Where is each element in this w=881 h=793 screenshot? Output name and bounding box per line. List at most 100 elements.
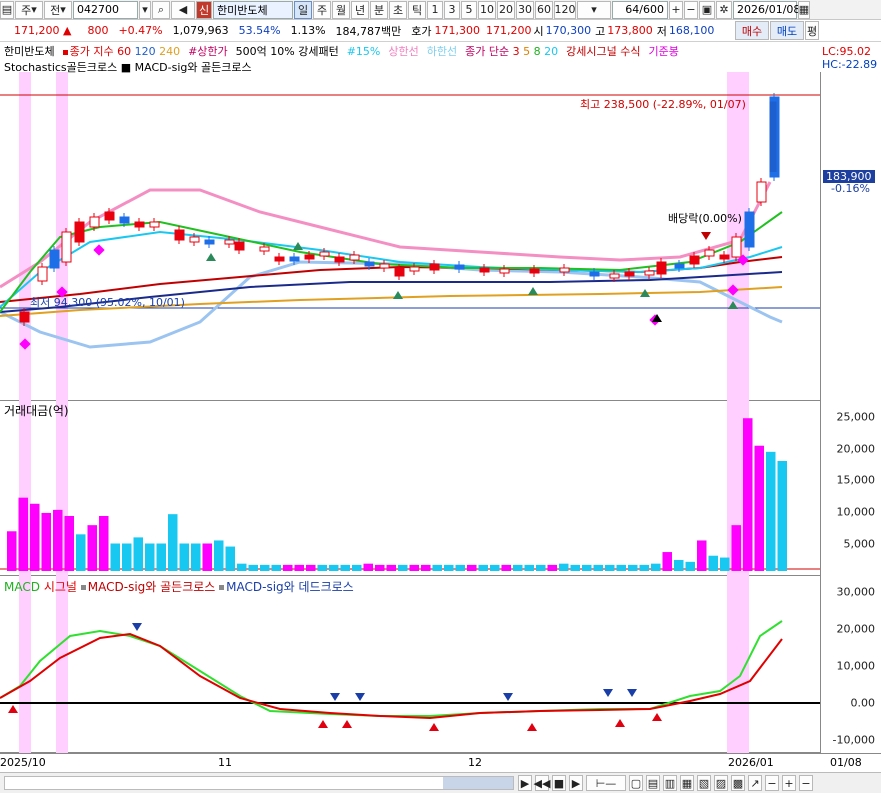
period-week[interactable]: 주 [313,0,331,19]
plus-icon[interactable]: + [782,775,796,791]
legend-simple[interactable]: 종가 단순 3 5 8 20 [465,43,558,59]
legend-base[interactable]: 기준봉 [648,43,678,59]
menu-icon[interactable]: ▤ [0,0,14,19]
period-minute[interactable]: 분 [370,0,388,19]
candle [394,267,405,277]
price-axis[interactable]: 183,900 -0.16% [820,72,881,401]
interval-60[interactable]: 60 [535,0,553,19]
gear-icon[interactable]: ✲ [716,0,732,19]
legend-ma[interactable]: 종가 지수 60 120 240 [62,43,180,59]
period-tick[interactable]: 틱 [408,0,426,19]
price-chart[interactable] [0,72,820,401]
legend-limit-up[interactable]: #상한가 [188,43,228,59]
macd-chart[interactable] [0,576,820,753]
layout4-icon[interactable]: ▦ [680,775,694,791]
legend-name[interactable]: 한미반도체 [4,43,55,59]
layout7-icon[interactable]: ▩ [731,775,745,791]
volume-bar [455,564,465,571]
layout1-icon[interactable]: ▢ [629,775,643,791]
candle [609,273,620,279]
volume-bar [478,564,488,571]
volume-bar [685,561,695,571]
interval-1[interactable]: 1 [427,0,443,19]
minus2-icon[interactable]: − [799,775,813,791]
volume-bar [248,564,258,571]
volume-bar [87,525,97,571]
period-second[interactable]: 초 [389,0,407,19]
candle [37,266,48,282]
rewind-icon[interactable]: ◀◀ [534,775,550,791]
extra-button[interactable]: 평 [805,21,819,40]
code-dropdown-icon[interactable]: ▾ [139,0,151,19]
buy-arrow [393,291,403,299]
candle [719,254,730,260]
volume-chart[interactable] [0,401,820,576]
layout5-icon[interactable]: ▧ [697,775,711,791]
interval-10[interactable]: 10 [478,0,496,19]
legend-upper[interactable]: 상한선 [388,43,418,59]
volume-bar [283,564,293,571]
legend-strong[interactable]: 강세시그널 수식 [566,43,640,59]
interval-custom-select[interactable]: ▾ [577,0,611,19]
volume-bar [766,451,776,571]
volume-bar [490,564,500,571]
bid-price-2: 171,200 [486,24,532,37]
date-value: 2026/01/08 [737,3,801,16]
date-label: 2025/10 [0,756,46,769]
sound-icon[interactable]: ◀ [171,0,195,19]
play-icon[interactable]: ▶ [569,775,583,791]
legend-pct15[interactable]: #15% [347,45,381,58]
code-input[interactable]: 042700 [73,0,138,19]
indicator-legend: 한미반도체 종가 지수 60 120 240 #상한가 500억 10% 강세패… [0,42,881,60]
price-panel[interactable]: 최고 238,500 (-22.89%, 01/07) 최저 94,300 (9… [0,72,820,401]
prev-select[interactable]: 전 ▾ [44,0,72,19]
volume-bar [754,445,764,571]
minus-icon[interactable]: − [765,775,779,791]
volume-panel[interactable]: 거래대금(억) [0,401,820,576]
stock-name-field[interactable]: 한미반도체 [213,0,293,19]
interval-20[interactable]: 20 [497,0,515,19]
vol-tick: 20,000 [836,442,876,456]
macd-axis[interactable]: 30,000 20,000 10,000 0.00 -10,000 [820,576,881,753]
macd-panel[interactable]: MACD 시그널 MACD-sig와 골든크로스 MACD-sig와 데드크로스 [0,576,820,753]
candle [704,249,715,257]
date-input[interactable]: 2026/01/08 [733,0,801,19]
horizontal-scrollbar[interactable] [4,776,514,790]
interval-120[interactable]: 120 [554,0,576,19]
layout3-icon[interactable]: ▥ [663,775,677,791]
layout2-icon[interactable]: ▤ [646,775,660,791]
zoom-out-icon[interactable]: − [684,0,698,19]
interval-5[interactable]: 5 [461,0,477,19]
save-icon[interactable]: ▣ [699,0,715,19]
period-month[interactable]: 월 [332,0,350,19]
legend-pattern[interactable]: 500억 10% 강세패턴 [236,43,339,59]
dividend-label: 배당락(0.00%) [668,212,742,225]
signal-button[interactable]: 신 [196,0,212,19]
range-slider[interactable]: ⊢— [586,775,626,791]
market-label: 주 [21,3,32,17]
volume-bar [777,461,787,571]
interval-30[interactable]: 30 [516,0,534,19]
stop-icon[interactable]: ■ [552,775,566,791]
volume-bar [582,564,592,571]
period-day[interactable]: 일 [294,0,312,19]
calendar-icon[interactable]: ▦ [798,0,810,19]
period-year[interactable]: 년 [351,0,369,19]
interval-3[interactable]: 3 [444,0,460,19]
zoom-in-icon[interactable]: + [669,0,683,19]
volume-bar [329,564,339,571]
volume-bar [64,516,74,571]
market-select[interactable]: 주 ▾ [15,0,43,19]
scroll-right-icon[interactable]: ▶ [518,775,532,791]
legend-lower[interactable]: 하한선 [427,43,457,59]
search-icon[interactable]: ⌕ [152,0,170,19]
scroll-thumb[interactable] [443,777,513,789]
layout6-icon[interactable]: ▨ [714,775,728,791]
current-price-pct: -0.16% [831,182,870,195]
arrow-icon[interactable]: ↗ [748,775,762,791]
count-input[interactable]: 64/600 [612,0,668,19]
volume-axis[interactable]: 25,000 20,000 15,000 10,000 5,000 [820,401,881,576]
sell-button[interactable]: 매도 [770,21,804,40]
buy-button[interactable]: 매수 [735,21,769,40]
turnover-rate: 1.13% [290,24,326,37]
